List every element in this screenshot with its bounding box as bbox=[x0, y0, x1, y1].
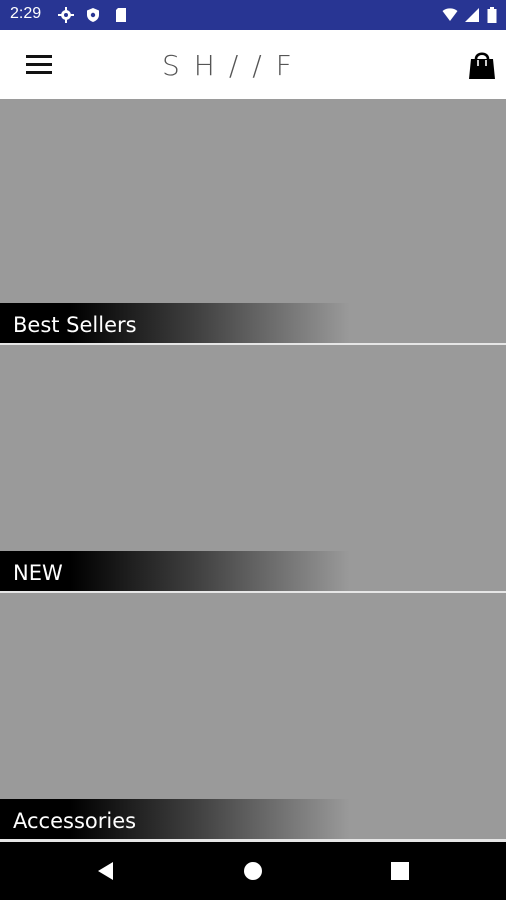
status-time: 2:29 bbox=[10, 5, 42, 22]
cell-signal-icon bbox=[465, 8, 479, 22]
status-bar: 2:29 bbox=[0, 0, 506, 30]
system-nav-bar bbox=[0, 842, 506, 900]
category-label: Accessories bbox=[13, 809, 137, 833]
settings-icon bbox=[58, 7, 74, 23]
category-new[interactable]: NEW bbox=[0, 345, 506, 591]
app-bar: SH//FT bbox=[0, 30, 506, 99]
shopping-bag-icon[interactable] bbox=[468, 48, 496, 80]
back-icon[interactable] bbox=[94, 859, 118, 883]
category-label: NEW bbox=[13, 561, 63, 585]
shield-icon bbox=[87, 8, 99, 22]
category-accessories[interactable]: Accessories bbox=[0, 593, 506, 839]
category-label: Best Sellers bbox=[13, 313, 137, 337]
shift-logo: SH//FT bbox=[162, 49, 302, 82]
recents-icon[interactable] bbox=[388, 859, 412, 883]
wifi-icon bbox=[442, 8, 458, 21]
home-icon[interactable] bbox=[241, 859, 265, 883]
svg-text:SH//FT: SH//FT bbox=[162, 49, 302, 82]
hamburger-menu-icon[interactable] bbox=[24, 52, 54, 76]
category-best-sellers[interactable]: Best Sellers bbox=[0, 99, 506, 343]
sd-card-icon bbox=[116, 8, 126, 22]
battery-icon bbox=[487, 7, 497, 23]
